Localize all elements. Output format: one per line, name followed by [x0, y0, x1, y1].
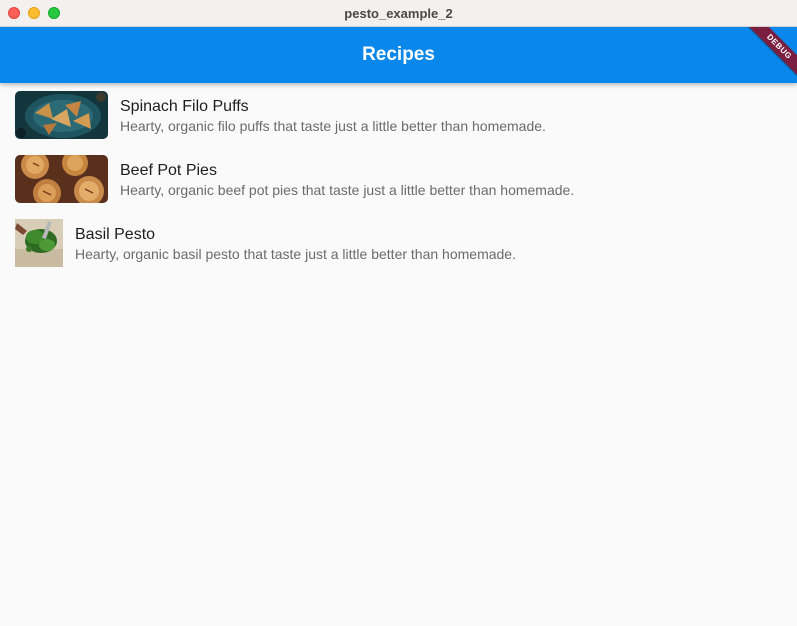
spinach-filo-puffs-photo [15, 91, 108, 139]
recipe-description: Hearty, organic beef pot pies that taste… [120, 182, 575, 198]
basil-pesto-photo [15, 219, 63, 267]
recipe-description: Hearty, organic filo puffs that taste ju… [120, 118, 546, 134]
app-bar: Recipes DEBUG [0, 27, 797, 83]
window-titlebar: pesto_example_2 [0, 0, 797, 27]
recipe-text: Basil Pesto Hearty, organic basil pesto … [75, 225, 516, 263]
recipe-text: Beef Pot Pies Hearty, organic beef pot p… [120, 161, 574, 199]
recipe-list-item[interactable]: Spinach Filo Puffs Hearty, organic filo … [0, 83, 797, 147]
recipe-text: Spinach Filo Puffs Hearty, organic filo … [120, 97, 546, 135]
recipe-list: Spinach Filo Puffs Hearty, organic filo … [0, 83, 797, 275]
beef-pot-pies-photo [15, 155, 108, 203]
window-title: pesto_example_2 [344, 6, 453, 21]
recipe-list-item[interactable]: Basil Pesto Hearty, organic basil pesto … [0, 211, 797, 275]
app-window: pesto_example_2 Recipes DEBUG Spinach Fi… [0, 0, 797, 626]
recipe-title: Beef Pot Pies [120, 162, 217, 179]
page-title: Recipes [362, 44, 435, 65]
recipe-title: Basil Pesto [75, 226, 156, 243]
recipe-title: Spinach Filo Puffs [120, 98, 249, 115]
recipe-list-item[interactable]: Beef Pot Pies Hearty, organic beef pot p… [0, 147, 797, 211]
recipe-description: Hearty, organic basil pesto that taste j… [75, 246, 516, 262]
